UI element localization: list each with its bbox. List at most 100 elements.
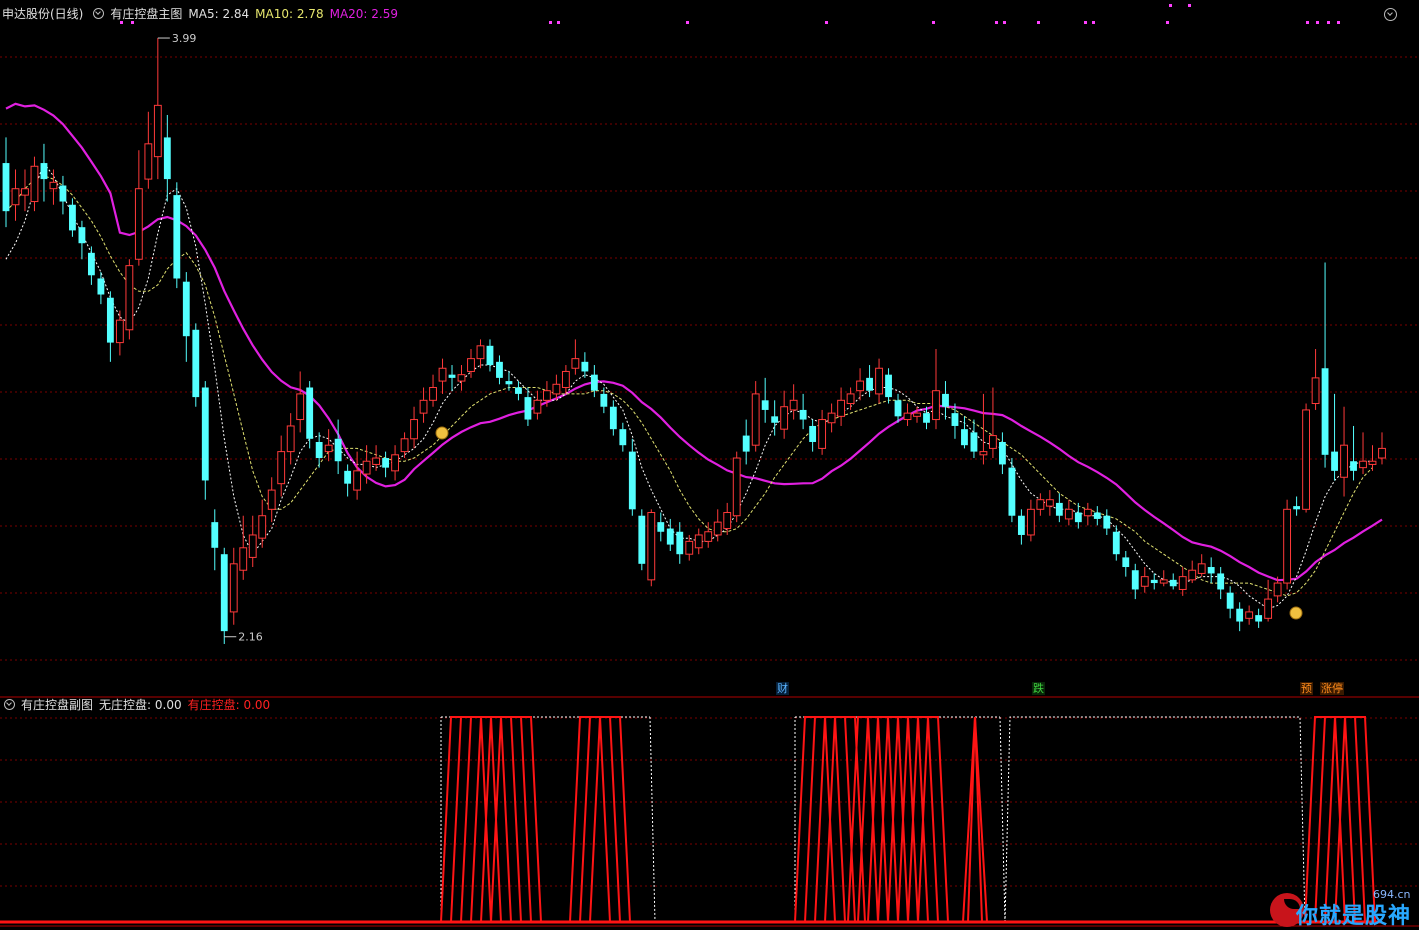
candle-body xyxy=(59,185,67,202)
candle-body xyxy=(903,412,912,421)
candle-body xyxy=(951,413,959,426)
candle-body xyxy=(942,393,949,407)
candle-body xyxy=(115,319,124,344)
candle-body xyxy=(676,531,684,555)
candle-body xyxy=(182,281,190,337)
candle-body xyxy=(1074,512,1082,523)
candle-body xyxy=(78,227,86,244)
signal-marker xyxy=(1092,21,1095,24)
candle-body xyxy=(97,278,105,295)
candle-body xyxy=(125,265,134,331)
candle-body xyxy=(856,380,864,392)
signal-marker xyxy=(1188,4,1191,7)
candle-body xyxy=(1368,460,1377,465)
candle-body xyxy=(1178,576,1187,590)
candle-body xyxy=(989,435,997,449)
signal-marker xyxy=(1306,21,1309,24)
candle-body xyxy=(220,554,228,632)
signal-marker xyxy=(1166,21,1169,24)
candle-body xyxy=(515,387,522,394)
candle-body xyxy=(1331,451,1338,471)
candle-body xyxy=(163,137,171,180)
sub-indicator-menu-icon[interactable] xyxy=(4,699,15,710)
candle-body xyxy=(932,390,940,421)
stock-name[interactable]: 申达股份(日线) xyxy=(2,7,83,21)
candle-body xyxy=(1140,576,1149,587)
candle-body xyxy=(751,393,760,446)
signal-marker xyxy=(1037,21,1040,24)
candle-body xyxy=(827,412,836,424)
candle-body xyxy=(211,522,219,548)
candle-body xyxy=(315,441,323,459)
candle-body xyxy=(344,470,352,484)
sub-indicator-name[interactable]: 有庄控盘副图 xyxy=(21,698,93,712)
signal-marker xyxy=(825,21,828,24)
candle-body xyxy=(419,399,428,414)
main-indicator-name[interactable]: 有庄控盘主图 xyxy=(110,7,182,21)
candle-body xyxy=(1340,444,1348,478)
signal-marker xyxy=(557,21,560,24)
candle-body xyxy=(258,515,267,539)
candle-body xyxy=(410,419,418,440)
candle-body xyxy=(296,393,305,421)
with-control-bar xyxy=(569,716,611,923)
sub-chart-header: 有庄控盘副图 无庄控盘: 0.00 有庄控盘: 0.00 xyxy=(0,695,276,715)
money-bag-icon xyxy=(1289,606,1303,620)
with-control-bar xyxy=(579,716,621,923)
candle-body xyxy=(979,451,988,456)
candle-body xyxy=(913,412,921,417)
candle-body xyxy=(961,429,968,446)
candle-body xyxy=(866,377,873,391)
signal-marker xyxy=(686,21,689,24)
candle-body xyxy=(789,399,798,411)
event-marker-finance[interactable]: 财 xyxy=(776,682,789,695)
candle-body xyxy=(1008,467,1016,516)
no-control-value: 无庄控盘: 0.00 xyxy=(99,698,182,712)
kline-chart[interactable]: 3.99 2.16 xyxy=(0,0,1419,929)
candle-body xyxy=(201,387,209,481)
candle-body xyxy=(362,460,371,475)
ma20-value: MA20: 2.59 xyxy=(329,7,399,21)
candle-body xyxy=(324,444,333,453)
candle-body xyxy=(742,435,750,452)
event-marker-limit-up[interactable]: 涨停 xyxy=(1320,682,1344,695)
candle-body xyxy=(173,195,181,279)
candle-body xyxy=(192,329,200,398)
candle-body xyxy=(372,457,381,465)
signal-marker xyxy=(1003,21,1006,24)
candle-body xyxy=(581,361,589,372)
candle-body xyxy=(685,540,694,555)
candle-body xyxy=(1245,611,1254,619)
candle-body xyxy=(239,547,248,571)
candle-body xyxy=(628,451,636,510)
candle-body xyxy=(970,432,978,452)
candle-body xyxy=(837,399,846,417)
candle-body xyxy=(552,383,561,395)
candle-body xyxy=(1064,508,1073,520)
candle-body xyxy=(1350,461,1357,471)
candle-body xyxy=(1169,579,1177,587)
candle-body xyxy=(998,441,1006,465)
signal-marker xyxy=(995,21,998,24)
candle-body xyxy=(1217,573,1225,590)
candle-body xyxy=(21,188,29,196)
candle-body xyxy=(1131,570,1139,590)
indicator-menu-icon[interactable] xyxy=(93,8,105,19)
candle-body xyxy=(49,181,58,190)
candle-body xyxy=(732,457,741,517)
candle-body xyxy=(885,374,892,398)
candle-body xyxy=(134,188,143,260)
signal-marker xyxy=(549,21,552,24)
candle-body xyxy=(1207,567,1215,574)
candle-body xyxy=(704,531,713,542)
event-marker-drop[interactable]: 跌 xyxy=(1032,682,1045,695)
candle-body xyxy=(647,512,656,581)
cycle-switch-icon[interactable] xyxy=(1384,8,1397,21)
signal-marker xyxy=(1316,21,1319,24)
candle-body xyxy=(524,397,532,420)
candle-body xyxy=(1188,569,1197,581)
event-marker-forecast[interactable]: 预 xyxy=(1300,682,1313,695)
with-control-bar xyxy=(962,716,988,923)
candle-body xyxy=(353,470,362,491)
candle-body xyxy=(894,400,902,417)
